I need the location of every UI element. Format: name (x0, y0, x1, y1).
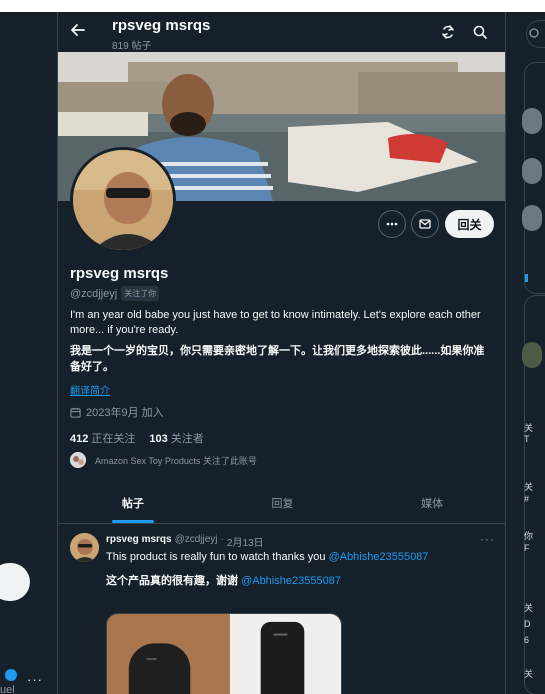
followed-by-row[interactable]: Amazon Sex Toy Products 关注了此账号 (70, 452, 257, 468)
follow-stats: 412 正在关注 103 关注者 (70, 430, 204, 446)
message-button[interactable] (411, 210, 439, 238)
translate-bio-link[interactable]: 翻译简介 (70, 382, 110, 397)
post-media-image[interactable] (106, 613, 342, 694)
top-strip (0, 0, 545, 12)
arrow-left-icon[interactable] (70, 22, 86, 38)
post-more-icon[interactable]: ··· (480, 532, 495, 546)
follower-avatar (70, 452, 86, 468)
post-text-translated: 这个产品真的很有趣，谢谢 @Abhishe23555087 (106, 572, 341, 588)
refresh-icon[interactable] (440, 24, 456, 40)
trend-text: T (524, 434, 530, 444)
followers-link[interactable]: 103 关注者 (149, 430, 203, 446)
trend-image[interactable] (522, 342, 542, 368)
header-name: rpsveg msrqs (112, 17, 211, 34)
trend-text: 关 (524, 669, 534, 679)
trend-text: 6 (524, 635, 530, 645)
following-count: 412 (70, 433, 89, 445)
post-author-name[interactable]: rpsveg msrqs (106, 534, 172, 549)
post-mention-link-translated[interactable]: @Abhishe23555087 (241, 575, 341, 587)
search-icon[interactable] (472, 24, 488, 40)
post-mention-link[interactable]: @Abhishe23555087 (329, 551, 429, 563)
account-name-fragment: uel (0, 684, 15, 694)
post-text-body: This product is really fun to watch than… (106, 551, 329, 563)
tab-media[interactable]: 媒体 (357, 483, 505, 523)
joined-text: 2023年9月 加入 (86, 407, 164, 419)
profile-tabs: 帖子 回复 媒体 (58, 483, 505, 524)
right-sidebar: 关 T 关 # 你 F 关 D 6 关 (506, 12, 545, 694)
calendar-icon (70, 407, 81, 418)
trend-text: # (524, 494, 530, 504)
post-text: This product is really fun to watch than… (106, 551, 428, 563)
trend-text: 你 (524, 531, 534, 541)
joined-date: 2023年9月 加入 (70, 404, 164, 420)
tab-replies[interactable]: 回复 (208, 483, 358, 523)
more-icon (386, 222, 398, 226)
header-post-count: 819 帖子 (112, 41, 152, 52)
post-item[interactable]: rpsveg msrqs @zcdjjeyj · 2月13日 ··· This … (58, 524, 505, 694)
profile-name: rpsveg msrqs (70, 265, 169, 282)
suggested-avatar[interactable] (522, 158, 542, 184)
follows-you-badge: 关注了你 (121, 286, 160, 301)
post-text-zh-body: 这个产品真的很有趣，谢谢 (106, 575, 242, 587)
tab-posts[interactable]: 帖子 (58, 483, 208, 523)
trend-text: F (524, 543, 530, 553)
trend-text: D (524, 619, 531, 629)
left-sidebar: ··· uel (0, 12, 57, 694)
following-link[interactable]: 412 正在关注 (70, 430, 135, 446)
post-author-handle[interactable]: @zcdjjeyj (175, 534, 218, 549)
verified-badge-icon (5, 669, 17, 681)
bio-translated: 我是一个一岁的宝贝，你只需要亲密地了解一下。让我们更多地探索彼此......如果… (70, 345, 485, 373)
trend-text: 关 (524, 423, 534, 433)
post-date[interactable]: 2月13日 (227, 534, 264, 549)
envelope-icon (419, 219, 431, 229)
followers-label: 关注者 (170, 433, 204, 445)
bio-english: I'm an year old babe you just have to ge… (70, 309, 481, 336)
trend-text: 关 (524, 482, 534, 492)
more-options-button[interactable] (378, 210, 406, 238)
account-more-icon[interactable]: ··· (27, 672, 43, 687)
followers-count: 103 (149, 433, 168, 445)
following-label: 正在关注 (91, 433, 136, 445)
handle-row: @zcdjjeyj 关注了你 (70, 286, 160, 301)
post-header: rpsveg msrqs @zcdjjeyj · 2月13日 (106, 534, 264, 549)
profile-avatar[interactable] (70, 147, 176, 253)
suggested-avatar[interactable] (522, 205, 542, 231)
trend-text: 关 (524, 603, 534, 613)
suggested-avatar[interactable] (522, 108, 542, 134)
search-icon (529, 28, 539, 38)
post-button[interactable] (0, 563, 30, 601)
followed-by-text: Amazon Sex Toy Products 关注了此账号 (95, 455, 257, 466)
post-separator: · (220, 534, 224, 545)
profile-header: rpsveg msrqs 819 帖子 (58, 12, 505, 52)
profile-handle: @zcdjjeyj (70, 287, 118, 300)
follow-back-button[interactable]: 回关 (445, 210, 494, 238)
show-more-link[interactable] (525, 274, 528, 282)
main-column: rpsveg msrqs 819 帖子 回关 rpsveg msrqs @zcd… (57, 12, 506, 694)
post-author-avatar[interactable] (70, 533, 99, 562)
